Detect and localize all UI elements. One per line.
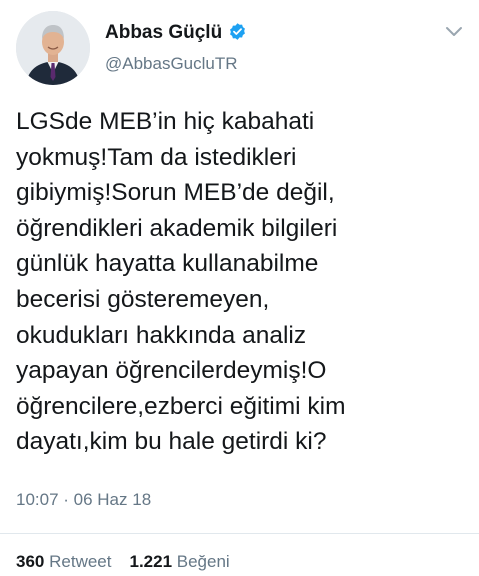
tweet-text-line: yokmuş!Tam da istedikleri [16, 143, 297, 171]
tweet-text-line: yapayan öğrencilerdeymiş!O [16, 357, 327, 385]
chevron-down-icon[interactable] [445, 25, 463, 39]
author-name-text[interactable]: Abbas Güçlü [105, 22, 222, 43]
tweet-text: LGSde MEB’in hiç kabahati yokmuş!Tam da … [16, 104, 466, 460]
like-stat[interactable]: 1.221 Beğeni [129, 552, 229, 571]
tweet-detail: Abbas Güçlü @AbbasGucluTR LGSde MEB’in h… [0, 0, 479, 576]
retweet-stat[interactable]: 360 Retweet [16, 552, 111, 571]
like-count[interactable]: 1.221 [129, 552, 172, 571]
divider [0, 533, 479, 534]
retweet-count[interactable]: 360 [16, 552, 44, 571]
profile-photo [16, 11, 90, 85]
tweet-text-line: LGSde MEB’in hiç kabahati [16, 108, 315, 135]
tweet-text-line: becerisi gösteremeyen, [16, 285, 270, 313]
tweet-text-line: okudukları hakkında analiz [16, 321, 307, 349]
tweet-text-line: dayatı,kim bu hale getirdi ki? [16, 428, 327, 456]
tweet-text-line: gibiymiş!Sorun MEB’de değil, [16, 179, 335, 207]
tweet-text-line: öğrendikleri akademik bilgileri [16, 214, 338, 242]
avatar[interactable] [16, 11, 90, 85]
tweet-timestamp[interactable]: 10:07 · 06 Haz 18 [16, 490, 151, 510]
like-label[interactable]: Beğeni [177, 552, 230, 571]
tweet-stats: 360 Retweet 1.221 Beğeni [16, 552, 230, 572]
author-name[interactable]: Abbas Güçlü [105, 22, 247, 47]
retweet-label[interactable]: Retweet [49, 552, 111, 571]
tweet-text-line: günlük hayatta kullanabilme [16, 250, 319, 278]
verified-badge-icon [228, 22, 247, 47]
tweet-text-line: öğrencilere,ezberci eğitimi kim [16, 392, 346, 420]
author-handle[interactable]: @AbbasGucluTR [105, 54, 238, 74]
